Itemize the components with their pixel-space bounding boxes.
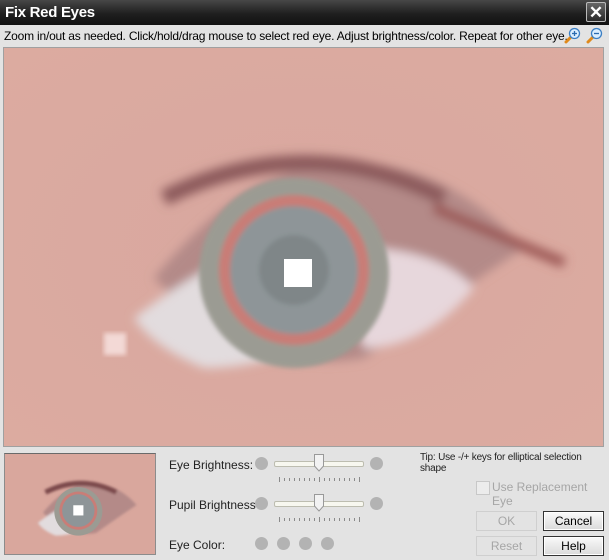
eye-color-swatch-3[interactable] bbox=[299, 537, 312, 550]
pupil-brightness-ticks bbox=[279, 517, 360, 522]
catchlight bbox=[284, 259, 312, 287]
eye-image bbox=[4, 48, 603, 446]
use-replacement-eye-label: Use Replacement Eye bbox=[492, 480, 588, 508]
zoom-in-icon bbox=[564, 27, 581, 44]
eye-color-swatch-4[interactable] bbox=[321, 537, 334, 550]
pupil-brightness-max-icon bbox=[370, 497, 383, 510]
zoom-out-button[interactable] bbox=[586, 27, 603, 44]
eye-brightness-slider-thumb[interactable] bbox=[314, 454, 324, 472]
eye-brightness-label: Eye Brightness: bbox=[169, 458, 254, 472]
thumbnail-preview[interactable] bbox=[4, 453, 156, 555]
eye-color-label: Eye Color: bbox=[169, 538, 226, 552]
eye-editing-canvas[interactable] bbox=[3, 47, 604, 447]
pupil-brightness-slider-thumb[interactable] bbox=[314, 494, 324, 512]
pupil-brightness-min-icon bbox=[255, 497, 268, 510]
zoom-out-icon bbox=[586, 27, 603, 44]
help-button[interactable]: Help bbox=[543, 536, 604, 556]
eye-color-swatch-1[interactable] bbox=[255, 537, 268, 550]
eye-color-swatch-2[interactable] bbox=[277, 537, 290, 550]
close-icon: ✕ bbox=[588, 3, 604, 22]
use-replacement-eye-checkbox[interactable] bbox=[476, 481, 490, 495]
close-button[interactable]: ✕ bbox=[586, 2, 606, 22]
eye-brightness-max-icon bbox=[370, 457, 383, 470]
instructions-text: Zoom in/out as needed. Click/hold/drag m… bbox=[4, 29, 568, 43]
ok-button[interactable]: OK bbox=[476, 511, 537, 531]
pupil-brightness-label: Pupil Brightness bbox=[169, 498, 256, 512]
eye-brightness-min-icon bbox=[255, 457, 268, 470]
window-title: Fix Red Eyes bbox=[5, 4, 95, 21]
reset-button[interactable]: Reset bbox=[476, 536, 537, 556]
cancel-button[interactable]: Cancel bbox=[543, 511, 604, 531]
eye-brightness-ticks bbox=[279, 477, 360, 482]
tip-text: Tip: Use -/+ keys for elliptical selecti… bbox=[420, 452, 582, 474]
thumbnail-eye-image bbox=[5, 454, 155, 554]
zoom-in-button[interactable] bbox=[564, 27, 581, 44]
title-bar: Fix Red Eyes ✕ bbox=[0, 0, 609, 25]
